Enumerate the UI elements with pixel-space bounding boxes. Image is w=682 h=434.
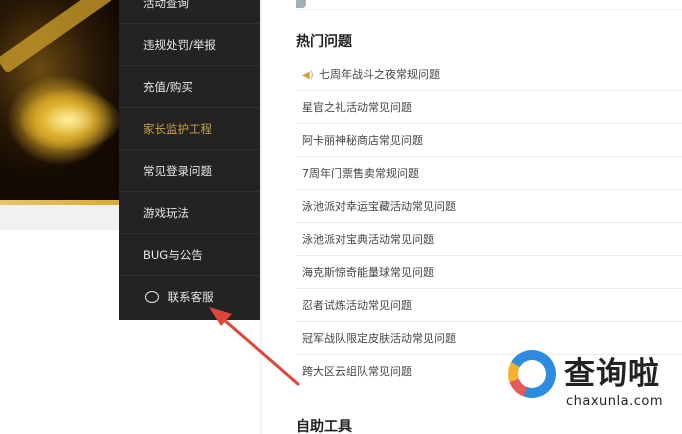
watermark-title: 查询啦 bbox=[564, 356, 660, 392]
watermark-domain: chaxunla.com bbox=[566, 394, 663, 409]
watermark: 查询啦 chaxunla.com bbox=[508, 346, 682, 434]
watermark-logo-icon bbox=[508, 350, 556, 398]
